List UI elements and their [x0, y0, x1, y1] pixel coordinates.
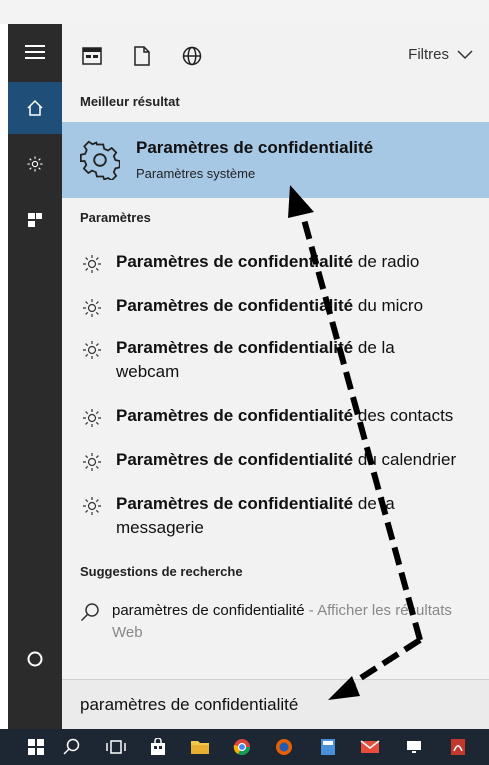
hamburger-icon	[25, 45, 45, 59]
windows-logo-icon	[28, 739, 44, 755]
gear-icon	[83, 255, 101, 273]
globe-icon	[182, 46, 202, 66]
suggestion-query: paramètres de confidentialité	[112, 602, 305, 619]
top-strip	[0, 0, 489, 24]
best-result-subtitle: Paramètres système	[136, 166, 256, 181]
filters-dropdown[interactable]: Filtres	[408, 46, 473, 63]
left-rail	[8, 24, 62, 729]
section-best-match: Meilleur résultat	[80, 94, 180, 109]
settings-item-contacts[interactable]: Paramètres de confidentialité des contac…	[80, 404, 480, 430]
chevron-down-icon	[457, 49, 473, 59]
mail-icon	[360, 740, 380, 753]
cortana-icon	[27, 651, 43, 667]
web-filter-button[interactable]	[180, 44, 204, 68]
window-icon	[82, 47, 102, 65]
filters-label: Filtres	[408, 46, 449, 63]
firefox-icon	[276, 739, 292, 755]
search-icon	[63, 738, 80, 755]
feedback-icon	[28, 213, 42, 227]
apps-filter-button[interactable]	[80, 44, 104, 68]
task-view-icon	[106, 740, 126, 754]
chrome-app[interactable]	[230, 735, 254, 759]
settings-item-bold: Paramètres de confidentialité	[116, 406, 354, 425]
settings-item-webcam[interactable]: Paramètres de confidentialité de la webc…	[80, 336, 480, 384]
settings-item-messaging[interactable]: Paramètres de confidentialité de la mess…	[80, 492, 480, 540]
hamburger-menu-button[interactable]	[8, 24, 62, 80]
settings-item-rest: du calendrier	[353, 450, 457, 469]
best-result-item[interactable]: Paramètres de confidentialité Paramètres…	[62, 122, 489, 198]
settings-item-bold: Paramètres de confidentialité	[116, 338, 354, 357]
feedback-rail-button[interactable]	[8, 194, 62, 246]
calculator-icon	[321, 739, 335, 755]
cortana-button[interactable]	[8, 634, 62, 684]
settings-item-rest: du micro	[353, 296, 424, 315]
settings-item-bold: Paramètres de confidentialité	[116, 296, 354, 315]
home-icon	[27, 99, 43, 116]
settings-item-rest: de radio	[353, 252, 420, 271]
settings-item-radio[interactable]: Paramètres de confidentialité de radio	[80, 250, 480, 276]
store-icon	[151, 738, 165, 755]
file-explorer-app[interactable]	[188, 735, 212, 759]
mail-app[interactable]	[358, 735, 382, 759]
settings-item-bold: Paramètres de confidentialité	[116, 494, 354, 513]
settings-item-rest: des contacts	[353, 406, 454, 425]
best-result-title: Paramètres de confidentialité	[136, 138, 374, 157]
start-button[interactable]	[24, 735, 48, 759]
section-settings: Paramètres	[80, 210, 151, 225]
store-app[interactable]	[146, 735, 170, 759]
document-icon	[134, 46, 150, 66]
chrome-icon	[233, 739, 251, 756]
search-box[interactable]	[62, 679, 489, 730]
folder-icon	[191, 741, 209, 754]
taskbar-search-button[interactable]	[60, 735, 84, 759]
monitor-icon	[407, 741, 421, 753]
settings-item-calendar[interactable]: Paramètres de confidentialité du calendr…	[80, 448, 480, 474]
gear-icon	[83, 453, 101, 471]
remote-desktop-app[interactable]	[402, 735, 426, 759]
gear-icon	[83, 409, 101, 427]
pdf-icon	[451, 739, 465, 755]
settings-item-bold: Paramètres de confidentialité	[116, 252, 354, 271]
search-icon	[80, 603, 99, 622]
suggestion-item[interactable]: paramètres de confidentialité - Afficher…	[80, 600, 480, 644]
firefox-app[interactable]	[272, 735, 296, 759]
pdf-app[interactable]	[446, 735, 470, 759]
gear-icon	[79, 140, 121, 185]
task-view-button[interactable]	[104, 735, 128, 759]
toolbar: Filtres	[62, 24, 489, 84]
settings-item-bold: Paramètres de confidentialité	[116, 450, 354, 469]
search-input[interactable]	[80, 692, 460, 718]
gear-icon	[27, 156, 43, 172]
gear-icon	[83, 341, 101, 359]
gear-icon	[83, 299, 101, 317]
settings-item-micro[interactable]: Paramètres de confidentialité du micro	[80, 294, 480, 320]
search-panel: Filtres Meilleur résultat Paramètres de …	[62, 24, 489, 730]
taskbar	[0, 729, 489, 765]
settings-rail-button[interactable]	[8, 138, 62, 190]
home-button[interactable]	[8, 82, 62, 134]
calculator-app[interactable]	[316, 735, 340, 759]
section-suggestions: Suggestions de recherche	[80, 564, 243, 579]
documents-filter-button[interactable]	[130, 44, 154, 68]
gear-icon	[83, 497, 101, 515]
